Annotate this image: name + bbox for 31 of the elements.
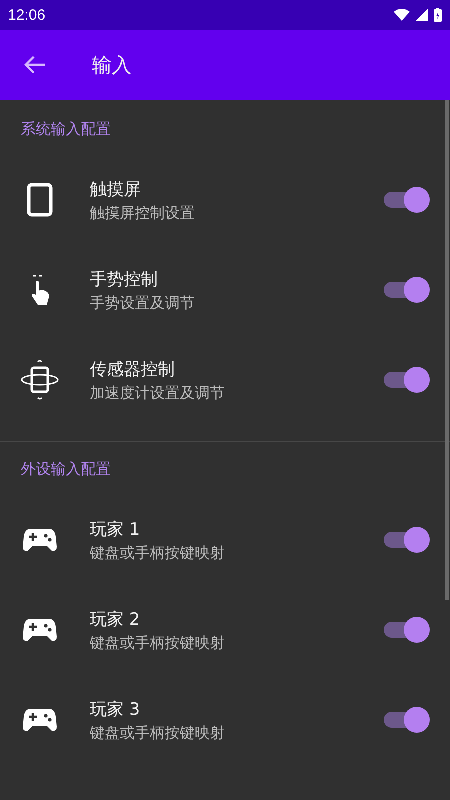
toggle-switch[interactable] [384, 527, 430, 553]
signal-icon [416, 9, 428, 21]
battery-icon [434, 8, 442, 22]
setting-title: 触摸屏 [90, 178, 141, 200]
toggle-switch[interactable] [384, 617, 430, 643]
setting-title: 手势控制 [90, 268, 158, 290]
screen-title: 输入 [92, 52, 132, 78]
setting-subtitle: 触摸屏控制设置 [90, 204, 195, 222]
setting-subtitle: 键盘或手柄按键映射 [90, 634, 225, 652]
setting-subtitle: 手势设置及调节 [90, 294, 195, 312]
setting-title: 传感器控制 [90, 358, 175, 380]
section-header: 外设输入配置 [20, 460, 112, 480]
setting-subtitle: 加速度计设置及调节 [90, 384, 225, 402]
toggle-switch[interactable] [384, 707, 430, 733]
section-header: 系统输入配置 [20, 120, 112, 140]
gamepad-icon [23, 707, 57, 733]
phone-icon [27, 183, 53, 217]
status-time: 12:06 [8, 6, 46, 24]
setting-title: 玩家 1 [90, 518, 140, 540]
setting-title: 玩家 2 [90, 608, 140, 630]
setting-title: 玩家 3 [90, 698, 140, 720]
gamepad-icon [23, 617, 57, 643]
back-arrow-icon[interactable] [24, 56, 46, 74]
gamepad-icon [23, 527, 57, 553]
toggle-switch[interactable] [384, 187, 430, 213]
setting-subtitle: 键盘或手柄按键映射 [90, 544, 225, 562]
rotating-phone-icon [20, 360, 60, 400]
toggle-switch[interactable] [384, 277, 430, 303]
toggle-switch[interactable] [384, 367, 430, 393]
wifi-icon [394, 9, 410, 21]
setting-subtitle: 键盘或手柄按键映射 [90, 724, 225, 742]
